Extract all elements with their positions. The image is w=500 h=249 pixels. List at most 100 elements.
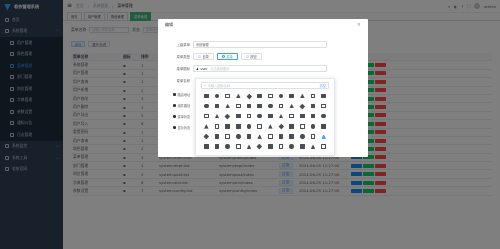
icon-icon[interactable] [289,113,294,119]
add-icon[interactable] [204,93,209,99]
close-icon[interactable]: × [357,22,361,28]
job-icon[interactable] [321,113,326,119]
component-icon[interactable] [204,103,209,109]
dialog-side-label: 显示状态 [173,125,190,130]
eye-open-icon[interactable] [236,113,241,119]
dialog-side-label: 组件路径 [173,103,190,108]
menu-icon-row: 菜单图标 ♟ user 点击选择图标 [174,65,327,72]
clear-link[interactable]: 清空 [320,83,326,88]
rate-icon[interactable] [300,134,305,139]
size-icon[interactable] [236,144,241,150]
search-icon: ⌕ [204,83,206,88]
chart-icon[interactable] [278,93,284,99]
education-icon[interactable] [299,103,305,109]
eye-icon[interactable] [225,113,231,119]
button-icon[interactable] [246,93,252,99]
chevron-down-icon: ⌄ [321,42,324,47]
people-icon[interactable] [225,134,230,139]
tab-icon[interactable] [310,144,316,150]
log-icon[interactable] [246,124,252,129]
code-icon[interactable] [310,93,316,99]
monitor-icon[interactable] [289,124,294,129]
phone-icon[interactable] [246,134,252,139]
number-icon[interactable] [310,124,316,129]
radio-icon[interactable] [289,134,294,139]
peoples-icon[interactable] [236,134,241,139]
row-icon[interactable] [310,134,316,139]
menu-icon-label: 菜单图标 [176,67,190,71]
system-icon[interactable] [300,144,305,150]
bug-icon[interactable] [225,93,230,99]
documentation-icon[interactable] [246,103,252,109]
clipboard-icon[interactable] [300,93,305,99]
user-icon: ♟ [196,66,199,71]
select-icon[interactable] [204,144,209,150]
swagger-icon[interactable] [278,144,284,150]
menu-type-row: 菜单类型 目录 菜单 按钮 [174,53,262,60]
dict-icon[interactable] [236,103,241,109]
message-icon[interactable] [268,124,273,129]
question-icon[interactable] [278,134,284,139]
dialog-side-label: 菜单状态 [173,114,190,119]
radio-dot [221,55,225,58]
icon-grid [201,93,329,150]
type-radio-directory[interactable]: 目录 [193,53,214,60]
drag-icon[interactable] [268,103,273,109]
help-icon [173,115,176,118]
list-icon[interactable] [225,124,230,129]
table-icon[interactable] [321,144,326,150]
fullscreen-icon[interactable] [257,113,262,119]
radio-label: 目录 [202,55,209,59]
excel-icon[interactable] [204,113,209,119]
password-icon[interactable] [203,133,209,140]
slider-icon[interactable] [257,144,263,150]
build-icon[interactable] [236,93,241,99]
switch-icon[interactable] [289,144,294,150]
icon-select-popover: ⌕ 请输入图标名称 清空 [195,78,335,156]
language-icon[interactable] [204,124,209,129]
type-radio-button[interactable]: 按钮 [240,53,262,60]
checkbox-icon[interactable] [289,93,294,99]
color-icon[interactable] [321,93,326,99]
international-icon[interactable] [310,113,316,119]
online-icon[interactable] [321,124,326,129]
android-icon[interactable] [214,93,220,99]
github-icon[interactable] [268,113,273,119]
dialog-side-label: 路由地址 [173,92,190,97]
edit-icon[interactable] [289,103,294,109]
help-icon [173,93,176,96]
parent-menu-row: 上级菜单 系统管理 ⌄ [174,41,327,48]
post-icon[interactable] [257,134,262,139]
input-icon[interactable] [300,113,305,119]
date-icon[interactable] [225,103,230,109]
pdf-icon[interactable] [214,134,220,139]
lock-icon[interactable] [236,124,241,129]
guide-icon[interactable] [278,113,284,119]
logininfor-icon[interactable] [257,124,262,129]
link-icon[interactable] [214,124,220,129]
example-icon[interactable] [321,103,326,109]
dashboard-icon[interactable] [214,103,220,109]
skill-icon[interactable] [246,144,252,150]
dialog-header: 编辑 × [158,19,368,31]
icon-search-placeholder: 请输入图标名称 [207,83,231,88]
cascader-icon[interactable] [268,93,273,99]
radio-label: 菜单 [226,55,233,59]
download-icon[interactable] [257,103,262,109]
star-icon[interactable] [268,144,273,150]
menu-icon-input[interactable]: ♟ user 点击选择图标 [193,65,327,72]
druid-icon[interactable] [278,103,284,109]
nested-icon[interactable] [300,124,305,129]
icon-search-input[interactable]: ⌕ 请输入图标名称 清空 [201,82,329,89]
email-icon[interactable] [310,103,316,109]
money-icon[interactable] [278,123,284,129]
qq-icon[interactable] [268,134,273,139]
exit-fullscreen-icon[interactable] [214,113,220,119]
type-radio-menu[interactable]: 菜单 [216,53,238,60]
shopping-icon[interactable] [225,144,230,150]
server-icon[interactable] [214,144,220,150]
parent-menu-select[interactable]: 系统管理 ⌄ [193,41,327,48]
calendar-icon[interactable] [257,93,262,99]
search-icon[interactable] [321,134,326,139]
form-icon[interactable] [246,113,252,119]
